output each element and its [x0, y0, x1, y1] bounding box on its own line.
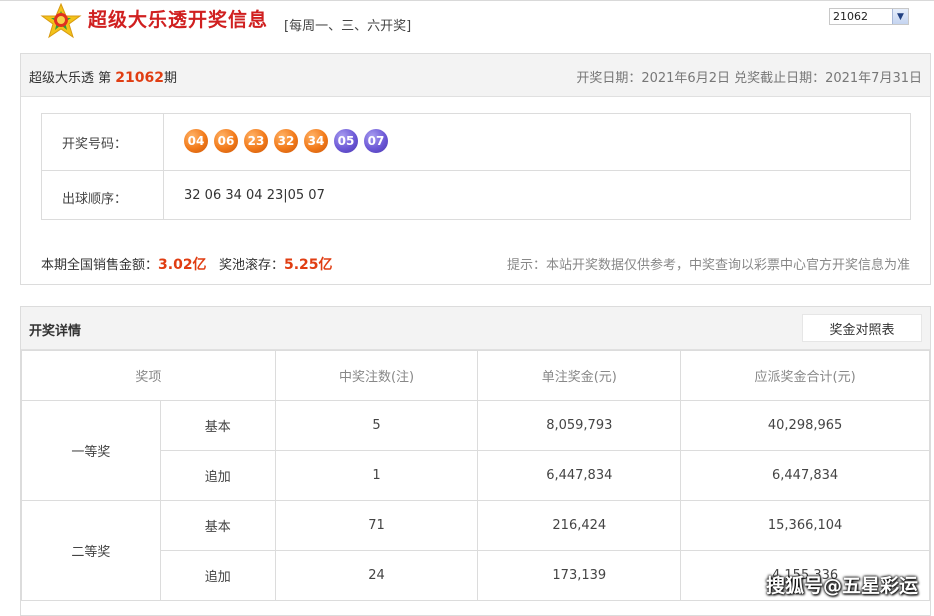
- numbers-label: 开奖号码：: [62, 137, 128, 152]
- draw-info-header: 超级大乐透 第 21062期 开奖日期：2021年6月2日 兑奖截止日期：202…: [21, 54, 930, 97]
- single-prize: 8,059,793: [477, 400, 682, 451]
- winner-count: 71: [274, 500, 479, 551]
- pool-value: 5.25亿: [283, 257, 333, 273]
- red-ball: 06: [214, 129, 238, 153]
- draw-dates: 开奖日期：2021年6月2日 兑奖截止日期：2021年7月31日: [576, 71, 922, 86]
- numbers-row: [42, 114, 910, 171]
- single-prize: 216,424: [477, 500, 682, 551]
- lottery-logo-icon: [40, 3, 82, 39]
- column-header: 应派奖金合计(元): [680, 350, 930, 401]
- prize-type: 追加: [159, 550, 276, 601]
- prize-details-title: 开奖详情: [29, 324, 82, 339]
- prize-details-panel: 开奖详情 奖金对照表 奖项 中奖注数(注) 单注奖金(元) 应派奖金合计(元) …: [20, 306, 931, 616]
- total-prize: 40,298,965: [680, 400, 930, 451]
- column-header: 中奖注数(注): [274, 350, 479, 401]
- issue-select-value: 21062: [833, 10, 868, 23]
- prize-name: 二等奖: [21, 500, 161, 601]
- red-ball: 34: [304, 129, 328, 153]
- table-header-row: 奖项 中奖注数(注) 单注奖金(元) 应派奖金合计(元): [21, 350, 930, 401]
- total-prize: 6,447,834: [680, 450, 930, 501]
- column-header: 奖项: [21, 350, 276, 401]
- red-ball: 04: [184, 129, 208, 153]
- red-ball: 23: [244, 129, 268, 153]
- prize-details-header: 开奖详情 奖金对照表: [21, 307, 930, 350]
- blue-ball: 07: [364, 129, 388, 153]
- blue-ball: 05: [334, 129, 358, 153]
- prize-name: 一等奖: [21, 400, 161, 501]
- ball-list: 04 06 23 32 34 05 07: [184, 129, 388, 153]
- issue-select[interactable]: 21062 ▼: [829, 8, 909, 25]
- prize-table: 奖项 中奖注数(注) 单注奖金(元) 应派奖金合计(元) 一等奖 基本 5 8,…: [21, 350, 930, 601]
- ball-order: 32 06 34 04 23|05 07: [184, 188, 325, 203]
- winner-count: 1: [274, 450, 479, 501]
- winner-count: 24: [274, 550, 479, 601]
- prize-comparison-button[interactable]: 奖金对照表: [802, 314, 922, 342]
- draw-info-panel: 超级大乐透 第 21062期 开奖日期：2021年6月2日 兑奖截止日期：202…: [20, 53, 931, 285]
- sales-value: 3.02亿: [158, 257, 207, 273]
- total-prize: 15,366,104: [680, 500, 930, 551]
- disclaimer-tip: 提示：本站开奖数据仅供参考，中奖查询以彩票中心官方开奖信息为准: [506, 258, 910, 273]
- single-prize: 6,447,834: [477, 450, 682, 501]
- prize-type: 追加: [159, 450, 276, 501]
- watermark: 搜狐号@五星彩运: [766, 575, 919, 597]
- draw-numbers-box: 开奖号码： 04 06 23 32 34 05 07 出球顺序： 32 06 3…: [41, 113, 911, 220]
- column-header: 单注奖金(元): [477, 350, 682, 401]
- page-title: 超级大乐透开奖信息: [88, 9, 269, 31]
- prize-type: 基本: [159, 500, 276, 551]
- winner-count: 5: [274, 400, 479, 451]
- draw-issue-title: 超级大乐透 第 21062期: [29, 70, 178, 86]
- issue-number: 21062: [115, 70, 164, 86]
- red-ball: 32: [274, 129, 298, 153]
- order-label: 出球顺序：: [62, 192, 128, 207]
- prize-type: 基本: [159, 400, 276, 451]
- chevron-down-icon[interactable]: ▼: [892, 9, 908, 24]
- table-row: 一等奖 基本 5 8,059,793 40,298,965: [21, 400, 930, 501]
- table-row: 二等奖 基本 71 216,424 15,366,104: [21, 500, 930, 601]
- top-divider: [0, 0, 934, 1]
- single-prize: 173,139: [477, 550, 682, 601]
- draw-schedule: [每周一、三、六开奖]: [284, 19, 412, 34]
- sales-info: 本期全国销售金额：3.02亿 奖池滚存：5.25亿: [41, 257, 333, 273]
